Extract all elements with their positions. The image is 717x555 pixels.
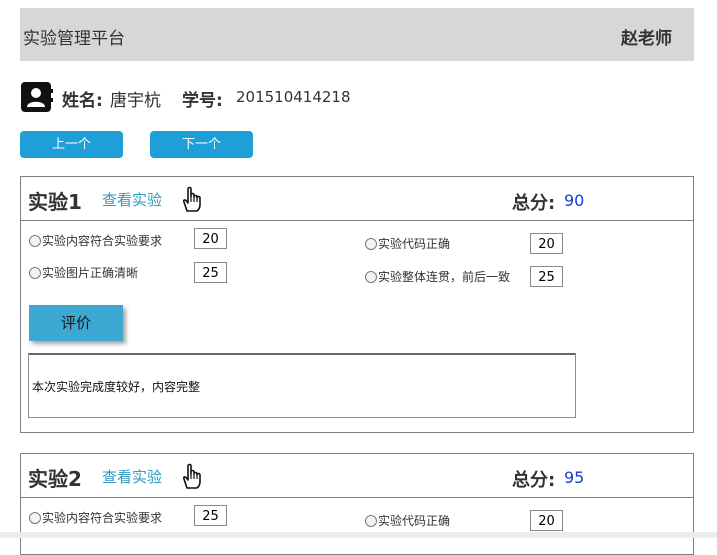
score-input[interactable]: 25	[530, 266, 563, 287]
criterion-item[interactable]: 实验图片正确清晰	[29, 265, 138, 281]
score-input[interactable]: 20	[194, 228, 227, 249]
user-name[interactable]: 赵老师	[621, 24, 672, 49]
total-score-value: 95	[564, 468, 585, 487]
id-label: 学号:	[182, 91, 223, 111]
criterion-item[interactable]: 实验内容符合实验要求	[29, 510, 162, 526]
criterion-item[interactable]: 实验代码正确	[365, 236, 450, 252]
comment-text: 本次实验完成度较好，内容完整	[32, 380, 201, 394]
experiment-title: 实验1	[28, 190, 82, 214]
criterion-item[interactable]: 实验代码正确	[365, 513, 450, 529]
name-label: 姓名:	[62, 91, 103, 111]
comment-textarea[interactable]: 本次实验完成度较好，内容完整	[28, 353, 576, 418]
score-input[interactable]: 25	[194, 505, 227, 526]
view-experiment-link[interactable]: 查看实验	[102, 189, 162, 210]
score-input[interactable]: 25	[194, 262, 227, 283]
total-score-label: 总分:	[512, 193, 556, 214]
experiment-card-header: 实验2 查看实验 总分: 95	[21, 454, 693, 498]
criterion-item[interactable]: 实验整体连贯，前后一致	[365, 269, 510, 285]
criterion-radio[interactable]	[365, 271, 377, 283]
view-experiment-link[interactable]: 查看实验	[102, 466, 162, 487]
top-bar: 实验管理平台 赵老师	[20, 8, 694, 61]
criterion-radio[interactable]	[365, 238, 377, 250]
score-input[interactable]: 20	[530, 510, 563, 531]
criterion-label: 实验内容符合实验要求	[42, 511, 163, 525]
prev-button[interactable]: 上一个	[20, 131, 123, 158]
total-score-label: 总分:	[512, 470, 556, 491]
criterion-radio[interactable]	[29, 512, 41, 524]
student-name: 唐宇杭	[110, 91, 161, 111]
rate-button[interactable]: 评价	[29, 305, 123, 341]
app-title: 实验管理平台	[23, 29, 125, 49]
experiment-title: 实验2	[28, 467, 82, 491]
horizontal-scrollbar[interactable]	[0, 532, 717, 538]
criterion-label: 实验整体连贯，前后一致	[378, 270, 511, 284]
criterion-label: 实验内容符合实验要求	[42, 234, 163, 248]
criterion-item[interactable]: 实验内容符合实验要求	[29, 233, 162, 249]
avatar-notch	[50, 98, 53, 102]
experiment-card: 实验1 查看实验 总分: 90 实验内容符合实验要求 20 实验代码正确 20 …	[20, 176, 694, 433]
experiment-card: 实验2 查看实验 总分: 95 实验内容符合实验要求 25 实验代码正确 20	[20, 453, 694, 555]
score-input[interactable]: 20	[530, 233, 563, 254]
hand-pointer-icon[interactable]	[177, 461, 207, 495]
hand-pointer-icon[interactable]	[177, 184, 207, 218]
avatar-notch	[50, 89, 53, 93]
user-avatar-icon	[21, 82, 51, 112]
total-score-value: 90	[564, 191, 585, 210]
criterion-radio[interactable]	[29, 267, 41, 279]
criterion-label: 实验代码正确	[378, 514, 451, 528]
experiment-card-header: 实验1 查看实验 总分: 90	[21, 177, 693, 221]
next-button[interactable]: 下一个	[150, 131, 253, 158]
criterion-label: 实验代码正确	[378, 237, 451, 251]
criterion-radio[interactable]	[29, 235, 41, 247]
criterion-radio[interactable]	[365, 515, 377, 527]
student-id: 201510414218	[236, 88, 351, 106]
criterion-label: 实验图片正确清晰	[42, 266, 139, 280]
